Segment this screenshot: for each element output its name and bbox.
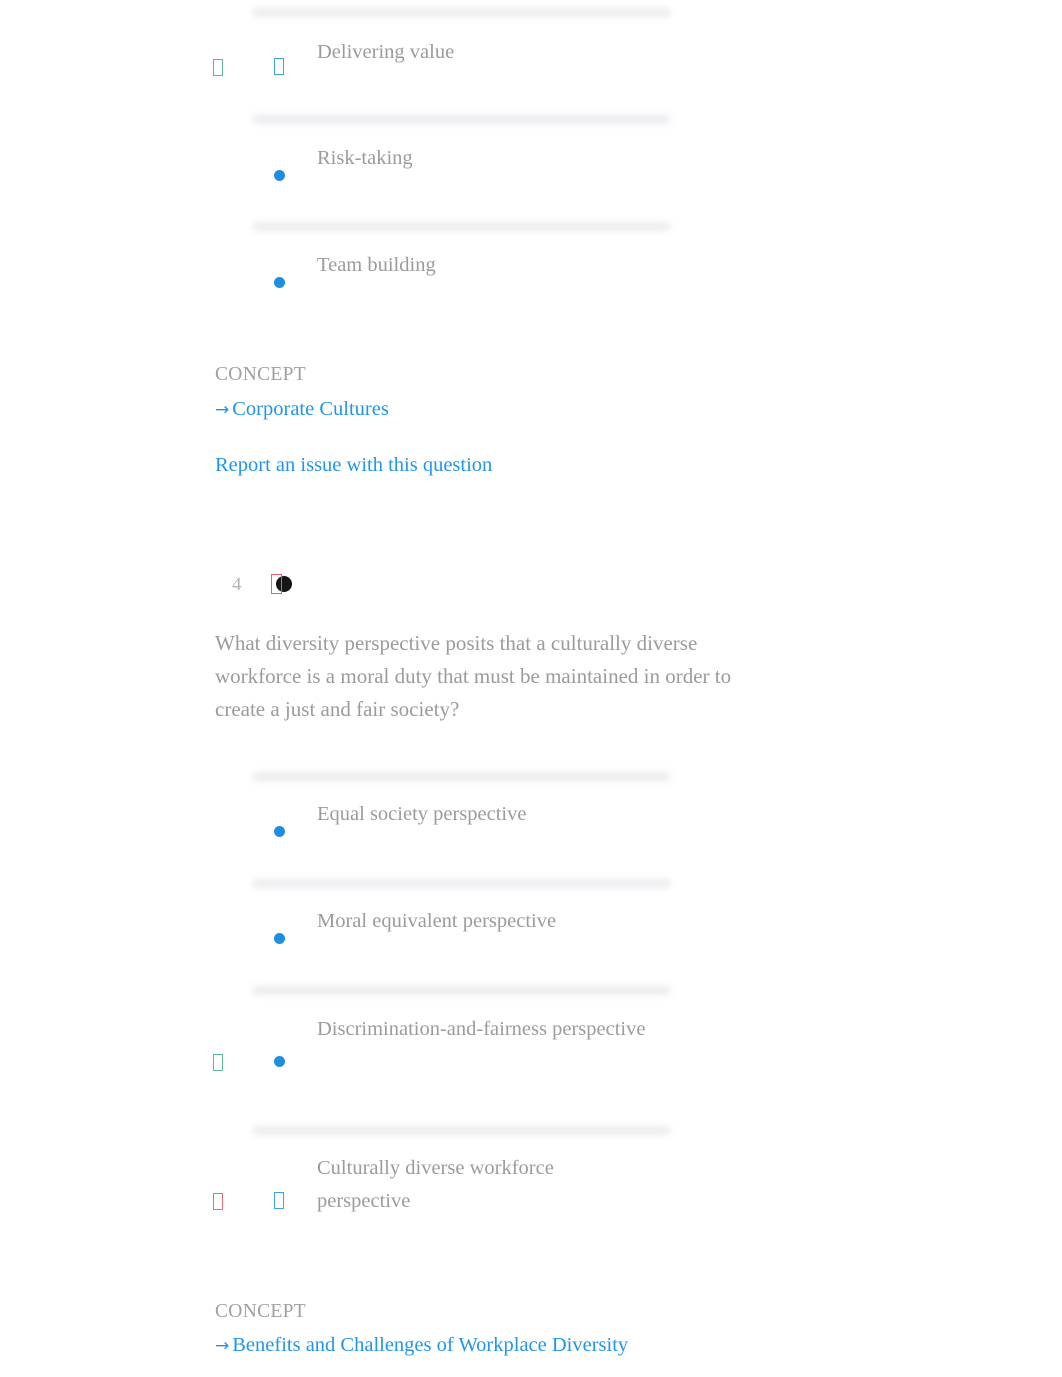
report-issue-link[interactable]: Report an issue with this question — [215, 454, 492, 477]
option-label: Team building — [317, 254, 436, 276]
option-divider — [253, 115, 670, 124]
option-label: Discrimination-and-fairness perspective — [317, 1018, 646, 1040]
incorrect-answer-cross-icon — [213, 1192, 235, 1211]
radio-dot-icon[interactable] — [274, 825, 298, 841]
option-divider — [253, 222, 670, 231]
option-label: Delivering value — [317, 41, 455, 63]
option-divider — [253, 8, 670, 17]
concept-heading: CONCEPT — [215, 1301, 306, 1322]
correct-answer-check-icon — [213, 58, 235, 77]
correct-answer-check-icon — [213, 1053, 235, 1072]
concept-link-label: Benefits and Challenges of Workplace Div… — [232, 1334, 629, 1356]
incorrect-score-indicator — [271, 574, 293, 596]
option-divider — [253, 772, 670, 781]
option-divider — [253, 1126, 670, 1135]
radio-dot-icon[interactable] — [274, 932, 298, 948]
incorrect-marker-icon — [271, 574, 282, 594]
option-label: Moral equivalent perspective — [317, 910, 557, 932]
arrow-right-icon: → — [215, 400, 230, 420]
selected-radio-icon[interactable] — [274, 1192, 298, 1209]
quiz-review-page: Delivering value Risk-taking Team buildi… — [0, 0, 1062, 1377]
option-divider — [253, 986, 670, 995]
option-label: Risk-taking — [317, 147, 413, 169]
radio-dot-icon[interactable] — [274, 169, 298, 185]
radio-dot-icon[interactable] — [274, 276, 298, 292]
concept-link-label: Corporate Cultures — [232, 398, 389, 420]
concept-link-benefits-and-challenges[interactable]: → Benefits and Challenges of Workplace Di… — [215, 1334, 628, 1357]
arrow-right-icon: → — [215, 1336, 230, 1356]
radio-dot-icon[interactable] — [274, 1055, 298, 1071]
concept-link-corporate-cultures[interactable]: → Corporate Cultures — [215, 398, 389, 421]
selected-radio-icon[interactable] — [274, 58, 298, 75]
question-number: 4 — [232, 574, 242, 595]
option-label: Culturally diverse workforce perspective — [317, 1157, 554, 1212]
option-label: Equal society perspective — [317, 803, 527, 825]
concept-heading: CONCEPT — [215, 364, 306, 385]
question-text: What diversity perspective posits that a… — [215, 631, 732, 721]
option-divider — [253, 879, 670, 888]
